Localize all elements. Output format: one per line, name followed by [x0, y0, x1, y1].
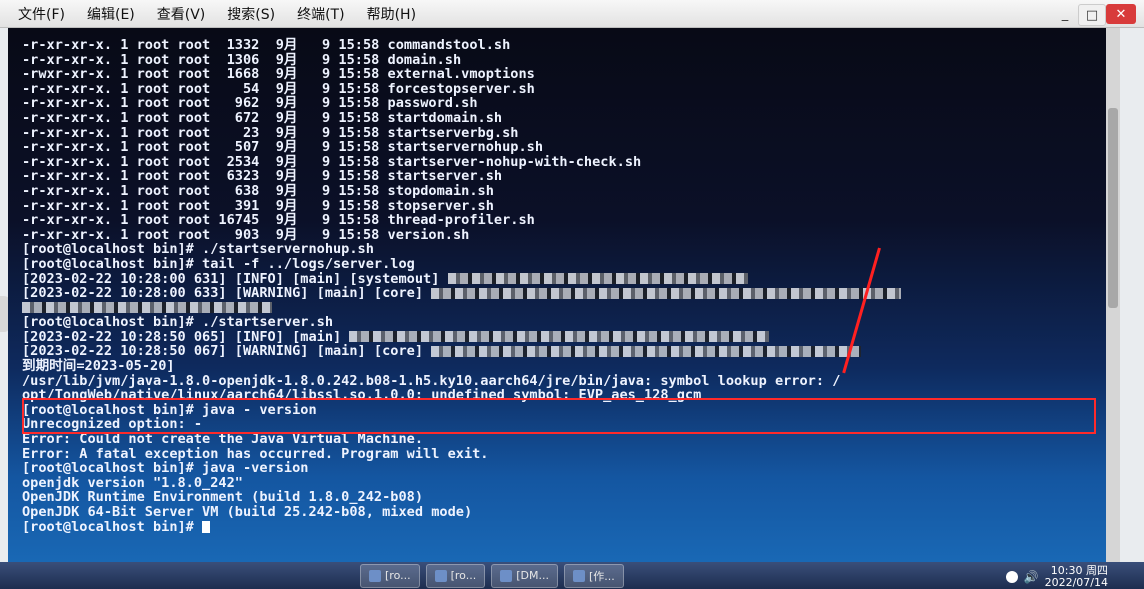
- taskbar-item[interactable]: [ro...: [360, 563, 420, 588]
- scrollbar[interactable]: [1106, 28, 1120, 576]
- system-tray: 🔊 10:30 周四 2022/07/14: [1005, 565, 1108, 589]
- text-cursor: [202, 520, 211, 533]
- taskbar-item[interactable]: [ro...: [425, 563, 486, 588]
- redacted-block: [349, 331, 770, 343]
- error-highlight-box: [22, 398, 1096, 434]
- terminal-line: -r-xr-xr-x. 1 root root 1332 9月 9 15:58 …: [22, 37, 511, 53]
- terminal-line: -r-xr-xr-x. 1 root root 507 9月 9 15:58 s…: [22, 139, 544, 156]
- terminal-line: [root@localhost bin]# ./startservernohup…: [22, 241, 374, 258]
- redacted-block: [431, 287, 902, 299]
- taskbar-item-label: [ro...: [450, 569, 477, 582]
- terminal-line: OpenJDK 64-Bit Server VM (build 25.242-b…: [22, 504, 473, 520]
- terminal-line: -r-xr-xr-x. 1 root root 23 9月 9 15:58 st…: [22, 124, 519, 141]
- redacted-block: [431, 345, 862, 357]
- terminal-line: [2023-02-22 10:28:00 633] [WARNING] [mai…: [22, 286, 1120, 301]
- menu-view[interactable]: 查看(V): [157, 4, 206, 24]
- terminal-line: [root@localhost bin]# tail -f ../logs/se…: [22, 255, 415, 272]
- terminal-line: OpenJDK Runtime Environment (build 1.8.0…: [22, 489, 424, 506]
- terminal-line: openjdk version "1.8.0_242": [22, 474, 243, 491]
- terminal-line: -r-xr-xr-x. 1 root root 638 9月 9 15:58 s…: [22, 182, 494, 199]
- menu-terminal[interactable]: 终端(T): [297, 4, 344, 24]
- terminal-line: -r-xr-xr-x. 1 root root 672 9月 9 15:58 s…: [22, 109, 503, 126]
- terminal-line: Error: A fatal exception has occurred. P…: [22, 445, 489, 462]
- terminal-line: -r-xr-xr-x. 1 root root 6323 9月 9 15:58 …: [22, 168, 503, 185]
- terminal-line: [root@localhost bin]# ./startserver.sh: [22, 314, 333, 331]
- taskbar-item-label: [作...: [588, 569, 615, 583]
- taskbar-item[interactable]: [作...: [563, 563, 624, 588]
- terminal-line: -r-xr-xr-x. 1 root root 903 9月 9 15:58 v…: [22, 226, 470, 243]
- terminal-line: [22, 301, 1120, 316]
- prompt-text: [root@localhost bin]#: [22, 518, 203, 535]
- taskbar-item-label: [ro...: [385, 569, 411, 582]
- terminal-output[interactable]: -r-xr-xr-x. 1 root root 1332 9月 9 15:58 …: [8, 28, 1120, 576]
- terminal-line: -rwxr-xr-x. 1 root root 1668 9月 9 15:58 …: [22, 66, 535, 83]
- terminal-line: [2023-02-22 10:28:50 067] [WARNING] [mai…: [22, 344, 1120, 359]
- terminal-line: -r-xr-xr-x. 1 root root 391 9月 9 15:58 s…: [22, 197, 494, 214]
- terminal-line: -r-xr-xr-x. 1 root root 1306 9月 9 15:58 …: [22, 51, 462, 68]
- network-icon[interactable]: [1005, 571, 1018, 583]
- terminal-prompt[interactable]: [root@localhost bin]#: [22, 518, 1120, 535]
- volume-icon[interactable]: 🔊: [1024, 570, 1039, 584]
- menu-search[interactable]: 搜索(S): [227, 4, 275, 24]
- clock[interactable]: 10:30 周四 2022/07/14: [1045, 565, 1108, 589]
- terminal-line: -r-xr-xr-x. 1 root root 16745 9月 9 15:58…: [22, 212, 535, 229]
- redacted-block: [22, 302, 272, 314]
- menu-edit[interactable]: 编辑(E): [87, 4, 135, 24]
- terminal-line: -r-xr-xr-x. 1 root root 54 9月 9 15:58 fo…: [22, 80, 535, 97]
- terminal-line: 到期时间=2023-05-20]: [22, 358, 175, 375]
- terminal-line: [2023-02-22 10:28:50 065] [INFO] [main]: [22, 330, 1120, 345]
- terminal-line: /usr/lib/jvm/java-1.8.0-openjdk-1.8.0.24…: [22, 372, 841, 389]
- log-text: [2023-02-22 10:28:50 065] [INFO] [main]: [22, 328, 342, 345]
- minimize-button[interactable]: _: [1052, 4, 1078, 24]
- taskbar-item[interactable]: [DM...: [491, 563, 558, 588]
- log-text: [2023-02-22 10:28:00 631] [INFO] [main] …: [22, 270, 440, 287]
- log-text: [2023-02-22 10:28:00 633] [WARNING] [mai…: [22, 285, 424, 302]
- terminal-icon: [434, 569, 447, 582]
- clock-date: 2022/07/14: [1044, 576, 1108, 589]
- terminal-line: -r-xr-xr-x. 1 root root 2534 9月 9 15:58 …: [22, 153, 642, 170]
- maximize-button[interactable]: □: [1078, 4, 1106, 26]
- menu-file[interactable]: 文件(F): [18, 4, 65, 24]
- redacted-block: [447, 273, 748, 284]
- taskbar-item-label: [DM...: [516, 569, 549, 582]
- terminal-line: [2023-02-22 10:28:00 631] [INFO] [main] …: [22, 270, 1120, 287]
- close-button[interactable]: ✕: [1106, 4, 1136, 24]
- database-icon: [500, 569, 513, 582]
- folder-icon: [572, 569, 585, 582]
- terminal-icon: [369, 569, 381, 582]
- taskbar: [ro... [ro... [DM... [作... 🔊 10:30 周四 20…: [0, 562, 1144, 589]
- scroll-thumb[interactable]: [1108, 108, 1118, 308]
- terminal-line: -r-xr-xr-x. 1 root root 962 9月 9 15:58 p…: [22, 95, 478, 112]
- terminal-line: [root@localhost bin]# java -version: [22, 460, 309, 477]
- terminal-line: Error: Could not create the Java Virtual…: [22, 431, 424, 448]
- menu-help[interactable]: 帮助(H): [367, 4, 416, 24]
- menu-bar: 文件(F) 编辑(E) 查看(V) 搜索(S) 终端(T) 帮助(H): [0, 0, 1144, 28]
